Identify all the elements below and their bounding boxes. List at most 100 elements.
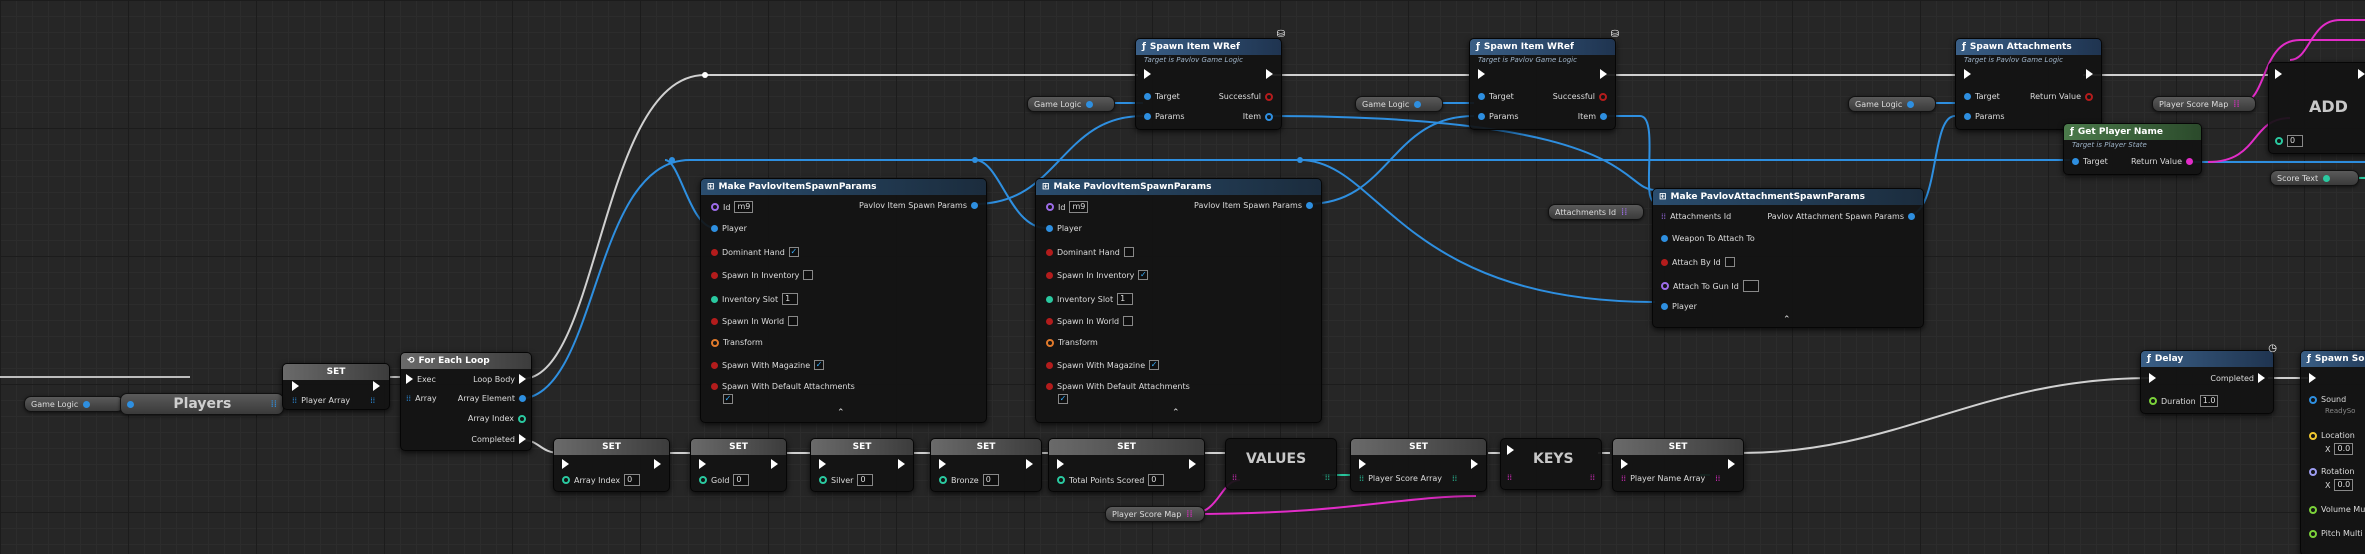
attachments-id-getter[interactable]: Attachments Id ⁞⁞ xyxy=(1548,204,1644,220)
attach-to-gun-id-input[interactable] xyxy=(1742,280,1759,292)
total-points-input[interactable]: 0 xyxy=(1148,474,1165,486)
player-pin[interactable]: Player xyxy=(711,224,747,233)
index-pin[interactable]: 0 xyxy=(2275,135,2303,147)
exec-in-pin[interactable] xyxy=(1507,445,1514,455)
spawn-with-magazine-pin[interactable]: Spawn With Magazine ✓ xyxy=(1046,360,1160,370)
duration-input[interactable]: 1.0 xyxy=(2199,395,2219,407)
id-input[interactable]: m9 xyxy=(1069,201,1089,213)
array-element-pin[interactable]: Array Element xyxy=(458,394,526,403)
player-pin[interactable]: Player xyxy=(1661,302,1697,311)
map-input-pin[interactable]: ⁞⁞ xyxy=(1507,473,1512,482)
params-pin[interactable]: Params xyxy=(1478,112,1519,121)
exec-in-pin[interactable] xyxy=(1478,69,1485,79)
exec-out-pin[interactable] xyxy=(1026,459,1033,469)
spawn-with-default-attachments-pin[interactable]: Spawn With Default Attachments xyxy=(1046,382,1190,391)
spawn-in-world-checkbox[interactable] xyxy=(788,316,799,326)
silver-input[interactable]: 0 xyxy=(857,474,874,486)
spawn-attachments-node[interactable]: ƒ Spawn Attachments Target is Pavlov Game… xyxy=(1955,38,2102,130)
output-pin[interactable] xyxy=(1907,100,1915,108)
spawn-sound-node[interactable]: ƒSpawn Sou Sound ReadySo Location X0.0 R… xyxy=(2300,350,2365,554)
target-pin[interactable]: Target xyxy=(2072,157,2108,166)
inventory-slot-pin[interactable]: Inventory Slot 1 xyxy=(1046,293,1134,305)
exec-in-pin[interactable] xyxy=(1964,69,1971,79)
inventory-slot-input[interactable]: 1 xyxy=(1117,293,1134,305)
attach-to-gun-id-pin[interactable]: Attach To Gun Id xyxy=(1661,280,1759,292)
output-pin[interactable] xyxy=(1414,100,1422,108)
attach-by-id-pin[interactable]: Attach By Id xyxy=(1661,257,1735,267)
game-logic-getter[interactable]: Game Logic xyxy=(1848,96,1936,112)
spawn-params-output-pin[interactable]: Pavlov Item Spawn Params xyxy=(1194,201,1313,210)
get-player-name-node[interactable]: ƒ Get Player Name Target is Player State … xyxy=(2063,123,2202,175)
item-pin[interactable]: Item xyxy=(1243,112,1273,121)
exec-in-pin[interactable] xyxy=(1621,459,1628,469)
array-index-input[interactable]: 0 xyxy=(624,474,641,486)
target-pin[interactable]: Target xyxy=(1478,92,1514,101)
set-array-index-node[interactable]: SET Array Index 0 xyxy=(553,438,670,492)
target-pin[interactable]: Target xyxy=(1964,92,2000,101)
target-pin[interactable]: Target xyxy=(1144,92,1180,101)
reroute-knot[interactable] xyxy=(702,72,708,78)
spawn-with-default-attachments-pin[interactable]: Spawn With Default Attachments xyxy=(711,382,855,391)
array-pin-icon[interactable]: ⁞⁞ xyxy=(1621,207,1627,218)
rotation-pin[interactable]: Rotation xyxy=(2309,467,2354,476)
exec-out-pin[interactable] xyxy=(771,459,778,469)
total-points-pin[interactable]: Total Points Scored 0 xyxy=(1057,474,1165,486)
id-pin[interactable]: Id m9 xyxy=(711,201,754,213)
rotation-x-input[interactable]: X 0.0 xyxy=(2325,479,2354,491)
set-player-array-node[interactable]: SET ⁞⁞ Player Array ⁞⁞ xyxy=(282,363,390,410)
map-pin-icon[interactable]: ⁞⁞ xyxy=(2233,99,2239,110)
array-index-pin[interactable]: Array Index 0 xyxy=(562,474,641,486)
attachment-params-output-pin[interactable]: Pavlov Attachment Spawn Params xyxy=(1767,212,1915,221)
collapse-arrow-icon[interactable]: ⌃ xyxy=(837,408,845,418)
exec-in-pin[interactable] xyxy=(819,459,826,469)
reroute-knot[interactable] xyxy=(972,157,978,163)
array-index-pin[interactable]: Array Index xyxy=(468,414,526,423)
exec-in-pin[interactable] xyxy=(292,381,299,391)
exec-out-pin[interactable] xyxy=(1728,459,1735,469)
id-pin[interactable]: Id m9 xyxy=(1046,201,1089,213)
dominant-hand-pin[interactable]: Dominant Hand xyxy=(1046,247,1134,257)
vector-x-field[interactable]: 0.0 xyxy=(2334,443,2354,455)
exec-in-pin[interactable] xyxy=(1144,69,1151,79)
player-score-map-getter[interactable]: Player Score Map ⁞⁞ xyxy=(1105,506,1205,522)
completed-pin[interactable]: Completed xyxy=(2210,373,2265,383)
exec-in-pin[interactable] xyxy=(939,459,946,469)
gold-input[interactable]: 0 xyxy=(733,474,750,486)
game-logic-getter[interactable]: Game Logic xyxy=(1355,96,1443,112)
player-score-map-getter[interactable]: Player Score Map ⁞⁞ xyxy=(2152,96,2256,112)
sound-pin[interactable]: Sound xyxy=(2309,395,2346,404)
spawn-in-inventory-checkbox[interactable] xyxy=(803,270,814,280)
set-player-score-array-node[interactable]: SET ⁞⁞ Player Score Array ⁞⁞ xyxy=(1350,438,1487,492)
exec-in-pin[interactable] xyxy=(2309,373,2316,383)
spawn-in-inventory-pin[interactable]: Spawn In Inventory xyxy=(711,270,814,280)
make-item-spawn-params-node[interactable]: ⊞ Make PavlovItemSpawnParams Id m9 Pavlov … xyxy=(700,178,987,423)
map-pin-icon[interactable]: ⁞⁞ xyxy=(1186,509,1192,520)
location-x-input[interactable]: X 0.0 xyxy=(2325,443,2354,455)
make-item-spawn-params-node[interactable]: ⊞ Make PavlovItemSpawnParams Id m9 Pavlov … xyxy=(1035,178,1322,423)
make-attachment-spawn-params-node[interactable]: ⊞ Make PavlovAttachmentSpawnParams ⁞⁞ Atta… xyxy=(1652,188,1924,328)
spawn-with-magazine-checkbox[interactable]: ✓ xyxy=(1149,360,1160,370)
index-input[interactable]: 0 xyxy=(2287,135,2303,147)
spawn-with-magazine-checkbox[interactable]: ✓ xyxy=(814,360,825,370)
weapon-to-attach-to-pin[interactable]: Weapon To Attach To xyxy=(1661,234,1755,243)
map-input-pin[interactable]: ⁞⁞ xyxy=(1232,473,1237,482)
exec-out-pin[interactable] xyxy=(1189,459,1196,469)
players-getter[interactable]: Players ⁞⁞ xyxy=(120,393,284,415)
score-text-getter[interactable]: Score Text xyxy=(2270,170,2359,186)
dominant-hand-checkbox[interactable]: ✓ xyxy=(788,247,799,257)
exec-out-pin[interactable] xyxy=(1471,459,1478,469)
player-score-array-pin[interactable]: ⁞⁞ Player Score Array ⁞⁞ xyxy=(1359,474,1457,483)
loop-body-pin[interactable]: Loop Body xyxy=(473,374,526,384)
reroute-knot[interactable] xyxy=(669,157,675,163)
successful-pin[interactable]: Successful xyxy=(1553,92,1607,101)
bronze-pin[interactable]: Bronze 0 xyxy=(939,474,999,486)
game-logic-getter[interactable]: Game Logic xyxy=(1027,96,1115,112)
params-pin[interactable]: Params xyxy=(1144,112,1185,121)
blueprint-graph-canvas[interactable]: Game Logic Players ⁞⁞ Game Logic Game Lo… xyxy=(0,0,2365,554)
exec-out-pin[interactable] xyxy=(654,459,661,469)
return-value-pin[interactable]: Return Value xyxy=(2030,92,2093,101)
input-pin[interactable] xyxy=(127,400,134,408)
player-name-array-pin[interactable]: ⁞⁞ Player Name Array ⁞⁞ xyxy=(1621,474,1720,483)
map-add-node[interactable]: ADD 0 xyxy=(2268,62,2365,154)
player-pin[interactable]: Player xyxy=(1046,224,1082,233)
